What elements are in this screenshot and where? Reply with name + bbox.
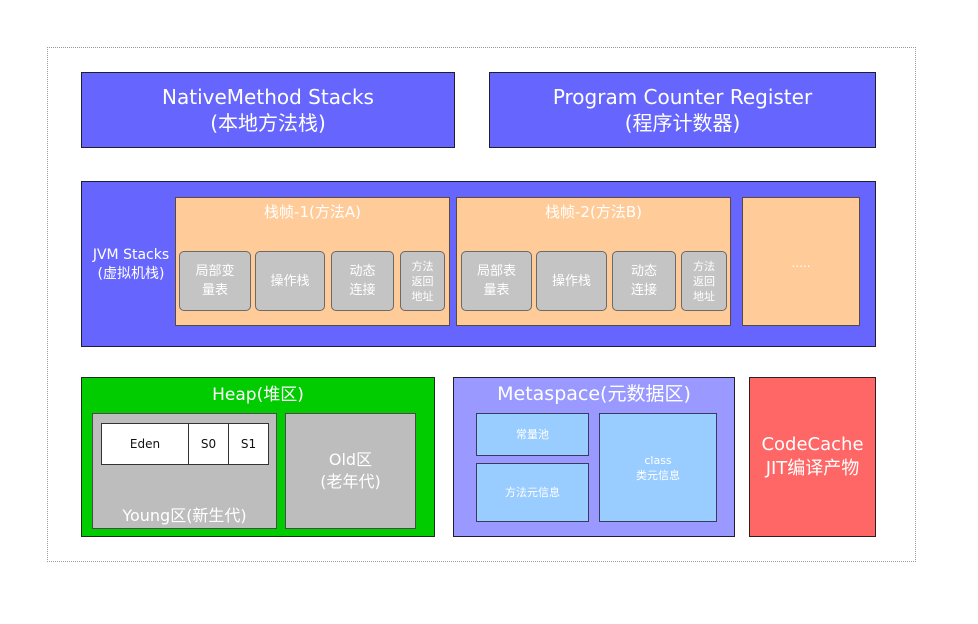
class-metadata-subtitle: 类元信息 — [636, 468, 680, 482]
old-generation-subtitle: (老年代) — [320, 472, 381, 491]
cell-text: 量表 — [483, 283, 510, 298]
codecache-box: CodeCache JIT编译产物 — [749, 377, 876, 537]
method-metadata-box: 方法元信息 — [476, 463, 589, 522]
constant-pool-box: 常量池 — [476, 413, 589, 456]
cell-text: 返回 — [411, 274, 434, 288]
heap-title: Heap(堆区) — [212, 385, 304, 405]
method-metadata-label: 方法元信息 — [505, 486, 560, 499]
cell-text: 动态 — [630, 264, 657, 279]
old-generation-title: Old区 — [328, 450, 373, 469]
frame1-return-address: 方法 返回 地址 — [400, 251, 445, 311]
survivor-s0: S0 — [188, 423, 229, 465]
young-generation-label: Young区(新生代) — [122, 506, 247, 525]
class-metadata-box: class 类元信息 — [599, 413, 717, 522]
jvm-stacks-title: JVM Stacks — [92, 247, 170, 263]
codecache-title: CodeCache — [761, 434, 864, 455]
cell-text: 地址 — [411, 289, 434, 303]
cell-text: 局部变 — [195, 264, 235, 279]
native-stacks-title: NativeMethod Stacks — [162, 85, 374, 109]
pc-register-subtitle: (程序计数器) — [624, 111, 741, 135]
pc-register-title: Program Counter Register — [552, 85, 813, 109]
stack-frame-2-title: 栈帧-2(方法B) — [545, 203, 642, 221]
native-stacks-subtitle: (本地方法栈) — [210, 111, 326, 135]
frame1-dynamic-linking: 动态 连接 — [331, 251, 394, 311]
cell-text: 方法 — [411, 259, 434, 273]
cell-text: 局部表 — [476, 264, 516, 279]
stack-frame-more: ..... — [742, 197, 860, 326]
cell-text: 操作栈 — [551, 273, 591, 289]
frame2-local-variables: 局部表 量表 — [461, 251, 532, 311]
codecache-subtitle: JIT编译产物 — [765, 458, 860, 479]
old-generation-box: Old区 (老年代) — [285, 413, 416, 529]
cell-text: 操作栈 — [270, 273, 310, 289]
frame2-dynamic-linking: 动态 连接 — [612, 251, 676, 311]
frame2-operand-stack: 操作栈 — [536, 251, 607, 311]
frame1-local-variables: 局部变 量表 — [179, 251, 251, 311]
native-method-stacks-box: NativeMethod Stacks (本地方法栈) — [81, 72, 455, 148]
cell-text: 连接 — [349, 283, 376, 298]
cell-text: 地址 — [693, 289, 715, 303]
eden-space: Eden — [101, 423, 189, 465]
jvm-stacks-label: JVM Stacks (虚拟机栈) — [84, 244, 178, 286]
eden-label: Eden — [129, 437, 161, 451]
program-counter-register-box: Program Counter Register (程序计数器) — [489, 72, 876, 148]
survivor-s1: S1 — [228, 423, 269, 465]
cell-text: 方法 — [693, 259, 715, 273]
cell-text: 返回 — [693, 274, 715, 288]
frame1-operand-stack: 操作栈 — [255, 251, 325, 311]
stack-frame-1-title: 栈帧-1(方法A) — [264, 203, 361, 221]
jvm-stacks-subtitle: (虚拟机栈) — [97, 266, 165, 282]
s0-label: S0 — [200, 437, 217, 451]
more-frames-ellipsis: ..... — [791, 256, 811, 270]
cell-text: 连接 — [630, 283, 657, 298]
cell-text: 动态 — [349, 264, 376, 279]
class-metadata-title: class — [644, 453, 672, 467]
frame2-return-address: 方法 返回 地址 — [681, 251, 727, 311]
s1-label: S1 — [240, 437, 257, 451]
metaspace-title: Metaspace(元数据区) — [497, 383, 691, 405]
cell-text: 量表 — [201, 283, 228, 298]
constant-pool-label: 常量池 — [516, 428, 549, 441]
